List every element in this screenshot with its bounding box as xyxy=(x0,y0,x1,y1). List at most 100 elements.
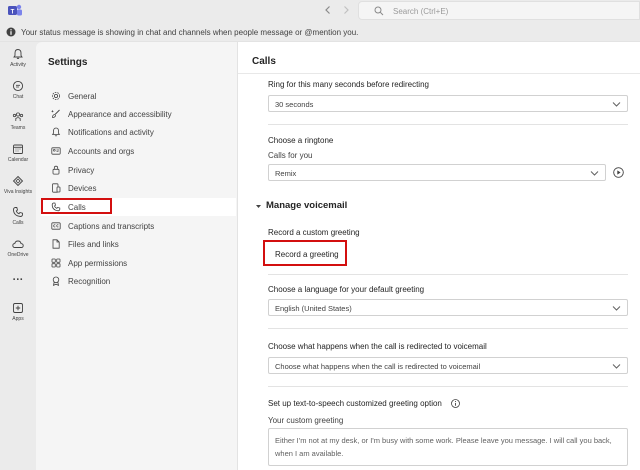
settings-item-label: Notifications and activity xyxy=(68,128,154,137)
search-input[interactable]: Search (Ctrl+E) xyxy=(358,1,640,20)
ring-seconds-label: Ring for this many seconds before redire… xyxy=(268,80,429,89)
paint-brush-icon xyxy=(51,109,60,118)
chevron-down-icon xyxy=(590,171,599,176)
settings-item-label: Recognition xyxy=(68,277,111,286)
phone-icon xyxy=(13,207,23,217)
chevron-down-icon xyxy=(612,306,621,311)
ringtone-value: Remix xyxy=(275,169,297,178)
captions-icon xyxy=(51,222,61,230)
calls-highlight-box xyxy=(41,198,112,214)
banner-text: Your status message is showing in chat a… xyxy=(21,28,359,37)
rail-item-teams[interactable]: Teams xyxy=(0,111,36,131)
chevron-down-icon xyxy=(612,364,621,369)
rail-item-onedrive[interactable]: OneDrive xyxy=(0,238,36,258)
rail-label: Teams xyxy=(10,125,26,131)
rail-item-calls[interactable]: Calls xyxy=(0,206,36,226)
record-greeting-button[interactable]: Record a greeting xyxy=(263,240,347,266)
collapse-chevron-icon[interactable] xyxy=(255,203,262,210)
teams-icon xyxy=(12,112,24,121)
settings-item-app-permissions[interactable]: App permissions xyxy=(41,254,236,272)
gear-icon xyxy=(52,92,60,100)
settings-item-label: Appearance and accessibility xyxy=(68,110,172,119)
insights-icon xyxy=(12,175,24,187)
ring-seconds-value: 30 seconds xyxy=(275,100,314,109)
settings-item-label: Captions and transcripts xyxy=(68,222,155,231)
calendar-icon xyxy=(13,144,23,154)
custom-greeting-label: Your custom greeting xyxy=(268,416,344,425)
bell-icon xyxy=(13,49,23,59)
info-icon xyxy=(6,27,16,37)
redirect-action-dropdown[interactable]: Choose what happens when the call is red… xyxy=(268,357,628,374)
rail-label: Calls xyxy=(12,220,24,226)
settings-item-captions[interactable]: Captions and transcripts xyxy=(41,217,236,235)
teams-logo-icon[interactable]: T xyxy=(8,4,22,17)
settings-panel: Settings General Appearance and accessib… xyxy=(36,42,238,470)
app-rail: Activity Chat Teams Calendar Viva Insigh… xyxy=(0,42,36,470)
settings-title: Settings xyxy=(48,57,88,68)
id-card-icon xyxy=(51,147,61,155)
settings-item-appearance[interactable]: Appearance and accessibility xyxy=(41,105,236,123)
rail-item-more[interactable]: ... xyxy=(0,271,36,283)
rail-item-activity[interactable]: Activity xyxy=(0,48,36,68)
settings-item-devices[interactable]: Devices xyxy=(41,179,236,197)
rail-label: Apps xyxy=(12,316,24,322)
divider xyxy=(268,274,628,275)
greeting-language-dropdown[interactable]: English (United States) xyxy=(268,299,628,316)
settings-item-privacy[interactable]: Privacy xyxy=(41,161,236,179)
settings-item-label: Privacy xyxy=(68,166,95,175)
ringtone-sublabel: Calls for you xyxy=(268,151,313,160)
settings-item-recognition[interactable]: Recognition xyxy=(41,272,236,290)
greeting-language-value: English (United States) xyxy=(275,304,352,313)
custom-greeting-textarea[interactable]: Either I'm not at my desk, or I'm busy w… xyxy=(268,428,628,466)
rail-label: Calendar xyxy=(7,157,29,163)
chevron-right-icon xyxy=(344,6,349,14)
info-icon[interactable] xyxy=(451,399,460,408)
calls-settings-pane: Calls Ring for this many seconds before … xyxy=(238,42,640,470)
chat-icon xyxy=(12,80,24,92)
divider xyxy=(268,386,628,387)
redirect-action-label: Choose what happens when the call is red… xyxy=(268,342,487,351)
settings-item-label: General xyxy=(68,92,97,101)
ringtone-dropdown[interactable]: Remix xyxy=(268,164,606,181)
ringtone-label: Choose a ringtone xyxy=(268,136,334,145)
forward-button[interactable] xyxy=(340,4,352,16)
file-icon xyxy=(52,239,60,249)
settings-item-label: App permissions xyxy=(68,259,128,268)
settings-item-files[interactable]: Files and links xyxy=(41,235,236,253)
ring-seconds-dropdown[interactable]: 30 seconds xyxy=(268,95,628,112)
record-greeting-label: Record a custom greeting xyxy=(268,228,360,237)
divider xyxy=(268,124,628,125)
main-header: Calls xyxy=(238,42,640,74)
add-app-icon xyxy=(13,303,23,313)
greeting-language-label: Choose a language for your default greet… xyxy=(268,285,425,294)
rail-item-chat[interactable]: Chat xyxy=(0,80,36,100)
cloud-icon xyxy=(12,240,24,248)
bell-icon xyxy=(51,127,61,137)
rail-label: Viva Insights xyxy=(3,189,33,195)
recognition-icon xyxy=(52,276,60,286)
chevron-down-icon xyxy=(612,102,621,107)
back-button[interactable] xyxy=(322,4,334,16)
rail-item-viva-insights[interactable]: Viva Insights xyxy=(0,175,36,195)
svg-text:T: T xyxy=(11,9,15,15)
settings-item-accounts[interactable]: Accounts and orgs xyxy=(41,142,236,160)
title-bar: T Search (Ctrl+E) xyxy=(0,0,640,22)
custom-greeting-text: Either I'm not at my desk, or I'm busy w… xyxy=(275,436,612,458)
more-icon: ... xyxy=(12,271,24,283)
rail-item-apps[interactable]: Apps xyxy=(0,302,36,322)
lock-icon xyxy=(52,165,60,175)
record-greeting-button-label: Record a greeting xyxy=(275,250,339,259)
settings-item-label: Accounts and orgs xyxy=(68,147,135,156)
settings-item-label: Devices xyxy=(68,184,97,193)
settings-item-notifications[interactable]: Notifications and activity xyxy=(41,123,236,141)
search-placeholder: Search (Ctrl+E) xyxy=(393,7,449,16)
voicemail-section-title: Manage voicemail xyxy=(266,200,348,211)
tts-greeting-label: Set up text-to-speech customized greetin… xyxy=(268,399,442,408)
settings-item-label: Files and links xyxy=(68,240,119,249)
rail-item-calendar[interactable]: Calendar xyxy=(0,143,36,163)
settings-item-general[interactable]: General xyxy=(41,87,236,105)
rail-label: OneDrive xyxy=(7,252,29,258)
chevron-left-icon xyxy=(325,6,330,14)
play-ringtone-button[interactable] xyxy=(613,167,624,178)
app-grid-icon xyxy=(51,258,61,268)
